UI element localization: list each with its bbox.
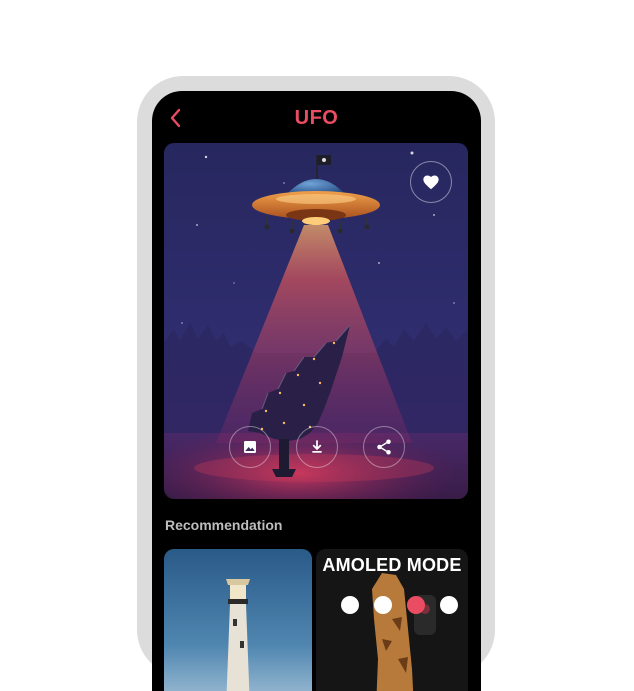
lighthouse-image (164, 549, 312, 691)
page-title: UFO (294, 107, 339, 129)
share-button[interactable] (363, 426, 405, 468)
color-option-white-2[interactable] (374, 596, 392, 614)
color-option-pink[interactable] (407, 596, 425, 614)
section-title: Recommendation (165, 517, 283, 533)
share-icon (377, 439, 391, 455)
image-icon (244, 441, 256, 453)
color-option-white-1[interactable] (341, 596, 359, 614)
recommendation-thumbnail-lighthouse[interactable] (164, 549, 312, 691)
color-option-white-3[interactable] (440, 596, 458, 614)
phone-screen: UFO Recommendation AMOLED MODE (152, 91, 481, 691)
recommendation-thumbnail-amoled[interactable]: AMOLED MODE (316, 549, 468, 691)
wallpaper-preview[interactable] (164, 143, 468, 499)
heart-icon (423, 175, 439, 190)
download-button[interactable] (296, 426, 338, 468)
header: UFO (152, 91, 481, 145)
amoled-mode-label: AMOLED MODE (322, 555, 462, 575)
favorite-button[interactable] (410, 161, 452, 203)
download-icon (312, 440, 322, 453)
set-wallpaper-button[interactable] (229, 426, 271, 468)
